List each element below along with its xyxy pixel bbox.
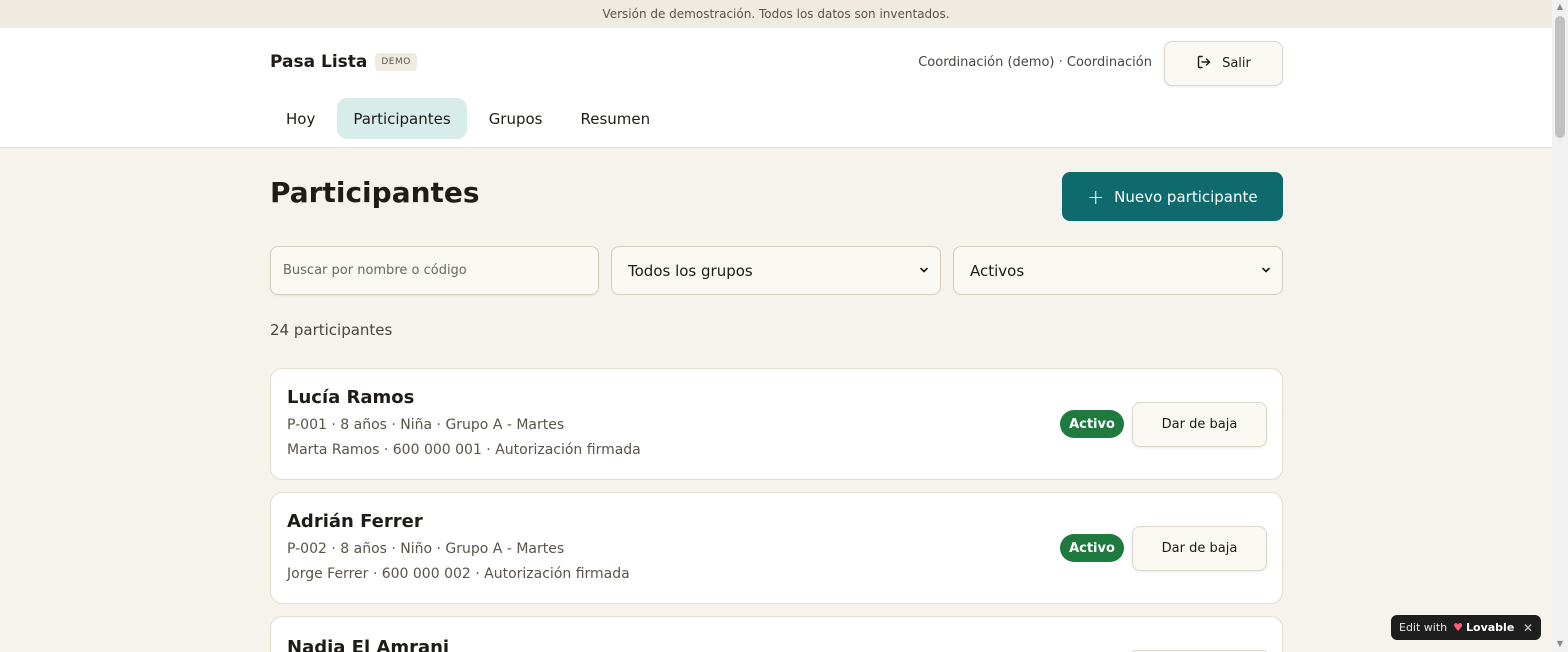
participant-card: Adrián Ferrer P-002 · 8 años · Niño · Gr… — [270, 492, 1283, 604]
plus-icon: + — [1087, 184, 1105, 209]
scroll-thumb[interactable] — [1555, 16, 1565, 138]
logout-label: Salir — [1222, 56, 1251, 71]
new-participant-label: Nuevo participante — [1114, 187, 1258, 206]
brand[interactable]: Pasa Lista DEMO — [270, 52, 417, 72]
edit-with-lovable-widget[interactable]: Edit with ♥ Lovable ✕ — [1391, 615, 1541, 640]
group-filter-select[interactable]: Todos los grupos — [611, 246, 941, 295]
status-badge: Activo — [1060, 534, 1124, 562]
participant-name[interactable]: Lucía Ramos — [287, 387, 414, 408]
chevron-down-icon — [918, 262, 930, 280]
tab-participantes[interactable]: Participantes — [337, 98, 467, 139]
chevron-down-icon — [1260, 262, 1272, 280]
search-input[interactable] — [270, 246, 599, 295]
logout-button[interactable]: Salir — [1164, 41, 1283, 86]
deactivate-button[interactable]: Dar de baja — [1132, 526, 1267, 571]
user-info: Coordinación (demo) · Coordinación — [918, 55, 1152, 70]
main-nav: Hoy Participantes Grupos Resumen — [270, 98, 666, 139]
status-filter-value: Activos — [970, 261, 1025, 280]
lovable-brand: ♥ Lovable — [1453, 621, 1514, 634]
heart-icon: ♥ — [1453, 621, 1464, 634]
scroll-down-icon[interactable]: ▼ — [1556, 640, 1564, 648]
status-filter-select[interactable]: Activos — [953, 246, 1283, 295]
close-icon[interactable]: ✕ — [1523, 621, 1533, 635]
demo-banner-text: Versión de demostración. Todos los datos… — [602, 7, 950, 21]
status-badge: Activo — [1060, 410, 1124, 438]
demo-banner: Versión de demostración. Todos los datos… — [0, 0, 1552, 28]
app-header: Pasa Lista DEMO Coordinación (demo) · Co… — [0, 28, 1552, 148]
participant-name[interactable]: Nadia El Amrani — [287, 637, 449, 652]
participant-contact: Jorge Ferrer · 600 000 002 · Autorizació… — [287, 566, 630, 582]
group-filter-value: Todos los grupos — [628, 261, 753, 280]
participant-meta: P-002 · 8 años · Niño · Grupo A - Martes — [287, 541, 565, 557]
deactivate-button[interactable]: Dar de baja — [1132, 402, 1267, 447]
lovable-brand-name: Lovable — [1466, 621, 1515, 634]
logout-icon — [1196, 54, 1212, 74]
participant-name[interactable]: Adrián Ferrer — [287, 511, 423, 532]
lovable-prefix: Edit with — [1399, 621, 1448, 634]
tab-grupos[interactable]: Grupos — [473, 98, 559, 139]
participant-contact: Marta Ramos · 600 000 001 · Autorización… — [287, 442, 641, 458]
participant-card: Lucía Ramos P-001 · 8 años · Niña · Grup… — [270, 368, 1283, 480]
demo-badge: DEMO — [375, 53, 417, 71]
tab-resumen[interactable]: Resumen — [565, 98, 667, 139]
participant-meta: P-001 · 8 años · Niña · Grupo A - Martes — [287, 417, 565, 433]
participant-count: 24 participantes — [270, 321, 393, 339]
tab-hoy[interactable]: Hoy — [270, 98, 331, 139]
brand-name: Pasa Lista — [270, 52, 368, 72]
scroll-up-icon[interactable]: ▲ — [1556, 3, 1564, 11]
page-scrollbar[interactable]: ▲ ▼ — [1552, 0, 1568, 652]
page-title: Participantes — [270, 176, 480, 209]
new-participant-button[interactable]: + Nuevo participante — [1062, 172, 1283, 221]
participant-card: Nadia El Amrani — [270, 616, 1283, 652]
